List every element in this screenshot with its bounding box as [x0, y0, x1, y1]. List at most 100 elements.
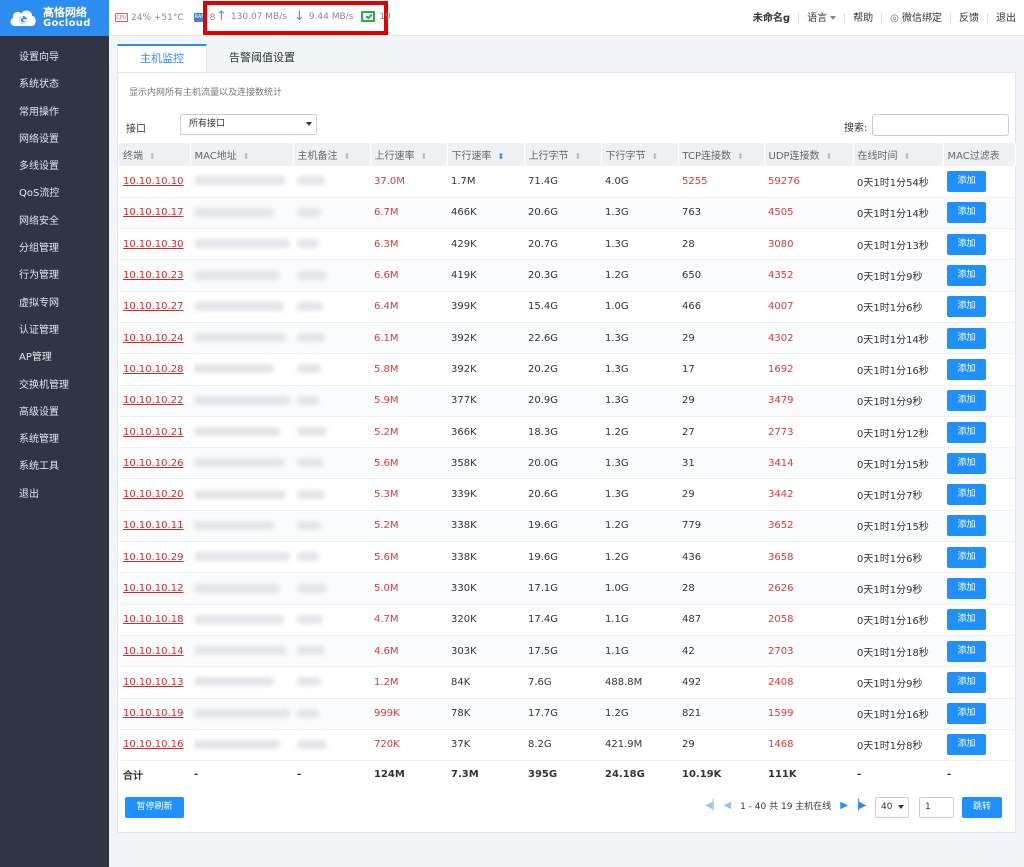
download-rate-cell: 339K	[447, 478, 524, 511]
sort-icon[interactable]: ⬍	[826, 152, 833, 161]
host-ip-link[interactable]: 10.10.10.12	[119, 572, 190, 605]
column-header[interactable]: MAC地址 ⬍	[190, 143, 294, 166]
user-name[interactable]: 未命名g	[745, 13, 798, 24]
add-mac-filter-button[interactable]: 添加	[947, 265, 986, 287]
interface-select[interactable]: 所有接口	[180, 114, 317, 135]
sidebar-item[interactable]: 网络设置	[0, 131, 109, 158]
feedback-link[interactable]: 反馈	[950, 12, 987, 24]
host-ip-link[interactable]: 10.10.10.20	[119, 478, 190, 511]
sort-icon[interactable]: ⬍	[149, 152, 156, 161]
sidebar-item[interactable]: 系统状态	[0, 76, 109, 103]
add-mac-filter-button[interactable]: 添加	[947, 452, 986, 474]
sidebar-item[interactable]: 退出	[0, 486, 109, 513]
host-ip-link[interactable]: 10.10.10.16	[119, 729, 190, 762]
language-menu[interactable]: 语言	[798, 12, 844, 24]
go-button[interactable]: 跳转	[962, 797, 1002, 818]
sidebar-item[interactable]: 认证管理	[0, 322, 109, 349]
tab-alert-threshold[interactable]: 告警阈值设置	[207, 44, 317, 72]
sidebar-item[interactable]: QoS流控	[0, 185, 109, 212]
column-header[interactable]: 上行速率 ⬍	[370, 143, 448, 166]
sidebar-item[interactable]: 交换机管理	[0, 377, 109, 404]
host-ip-link[interactable]: 10.10.10.11	[119, 510, 190, 543]
add-mac-filter-button[interactable]: 添加	[947, 734, 986, 756]
search-input[interactable]	[872, 114, 1009, 136]
host-ip-link[interactable]: 10.10.10.14	[119, 635, 190, 668]
sidebar-menu: 设置向导 系统状态 常用操作 网络设置 多线设置 QoS流控 网络安全 分组管理 行为管理 虚拟专…	[0, 49, 109, 513]
sort-icon[interactable]: ⬍	[904, 152, 911, 161]
column-header[interactable]: UDP连接数 ⬍	[764, 143, 854, 166]
next-page-icon[interactable]: ▶	[840, 800, 848, 811]
add-mac-filter-button[interactable]: 添加	[947, 421, 986, 443]
add-mac-filter-button[interactable]: 添加	[947, 390, 986, 412]
logout-link[interactable]: 退出	[987, 12, 1024, 24]
column-header[interactable]: 下行速率 ⬍	[447, 143, 525, 166]
add-mac-filter-button[interactable]: 添加	[947, 233, 986, 255]
sort-icon[interactable]: ⬍	[421, 152, 428, 161]
sidebar-item[interactable]: 常用操作	[0, 104, 109, 131]
add-mac-filter-button[interactable]: 添加	[947, 358, 986, 380]
host-ip-link[interactable]: 10.10.10.27	[119, 291, 190, 323]
add-mac-filter-button[interactable]: 添加	[947, 296, 986, 318]
column-header[interactable]: 上行字节 ⬍	[524, 143, 602, 166]
add-mac-filter-button[interactable]: 添加	[947, 484, 986, 506]
sidebar-item[interactable]: 多线设置	[0, 158, 109, 185]
host-ip-link[interactable]: 10.10.10.29	[119, 541, 190, 574]
sidebar-item[interactable]: AP管理	[0, 349, 109, 376]
sidebar-item[interactable]: 高级设置	[0, 404, 109, 431]
host-ip-link[interactable]: 10.10.10.21	[119, 416, 190, 449]
upload-bytes-cell: 20.0G	[524, 447, 601, 480]
host-ip-link[interactable]: 10.10.10.13	[119, 666, 190, 699]
sidebar-item[interactable]: 虚拟专网	[0, 295, 109, 322]
sidebar-item[interactable]: 网络安全	[0, 213, 109, 240]
add-mac-filter-button[interactable]: 添加	[947, 170, 986, 192]
udp-count-cell: 3479	[764, 385, 853, 417]
first-page-icon[interactable]: ◀▏	[705, 800, 720, 811]
prev-page-icon[interactable]: ◀	[723, 800, 731, 811]
add-mac-filter-button[interactable]: 添加	[947, 703, 986, 725]
column-header[interactable]: 在线时间 ⬍	[853, 143, 944, 166]
page-number-input[interactable]: 1	[919, 797, 954, 818]
column-header[interactable]: TCP连接数 ⬍	[678, 143, 765, 166]
download-rate-cell: 320K	[447, 604, 524, 636]
host-ip-link[interactable]: 10.10.10.10	[119, 166, 190, 198]
host-ip-link[interactable]: 10.10.10.28	[119, 353, 190, 386]
help-link[interactable]: 帮助	[844, 12, 881, 24]
wechat-bind-link[interactable]: ◎ 微信绑定	[881, 12, 950, 24]
add-mac-filter-button[interactable]: 添加	[947, 546, 986, 568]
column-header[interactable]: 下行字节 ⬍	[601, 143, 679, 166]
sort-icon[interactable]: ⬍	[575, 152, 582, 161]
sidebar-item[interactable]: 设置向导	[0, 49, 109, 76]
add-mac-filter-button[interactable]: 添加	[947, 609, 986, 631]
host-ip-link[interactable]: 10.10.10.23	[119, 259, 190, 292]
host-ip-link[interactable]: 10.10.10.24	[119, 322, 190, 355]
sort-icon[interactable]: ⬍	[344, 152, 351, 161]
add-mac-filter-button[interactable]: 添加	[947, 640, 986, 662]
host-ip-link[interactable]: 10.10.10.18	[119, 604, 190, 636]
host-ip-link[interactable]: 10.10.10.17	[119, 197, 190, 230]
host-ip-link[interactable]: 10.10.10.19	[119, 698, 190, 730]
sidebar-item[interactable]: 分组管理	[0, 240, 109, 267]
column-header[interactable]: 终端 ⬍	[119, 143, 191, 166]
add-mac-filter-button[interactable]: 添加	[947, 671, 986, 693]
download-rate-cell: 392K	[447, 322, 524, 355]
sidebar-item[interactable]: 系统工具	[0, 458, 109, 485]
tab-host-monitor[interactable]: 主机监控	[117, 44, 207, 72]
add-mac-filter-button[interactable]: 添加	[947, 202, 986, 224]
host-ip-link[interactable]: 10.10.10.22	[119, 385, 190, 417]
sort-icon[interactable]: ⬍	[737, 152, 744, 161]
pause-refresh-button[interactable]: 暂停刷新	[125, 797, 184, 818]
host-ip-link[interactable]: 10.10.10.30	[119, 228, 190, 261]
add-mac-filter-button[interactable]: 添加	[947, 327, 986, 349]
sort-icon[interactable]: ⬍	[652, 152, 659, 161]
sort-icon[interactable]: ⬍	[498, 152, 505, 161]
page-size-select[interactable]: 40	[875, 797, 909, 818]
sidebar-item[interactable]: 行为管理	[0, 267, 109, 294]
last-page-icon[interactable]: ▕▶	[851, 800, 866, 811]
upload-bytes-cell: 20.6G	[524, 478, 601, 511]
add-mac-filter-button[interactable]: 添加	[947, 578, 986, 599]
add-mac-filter-button[interactable]: 添加	[947, 515, 986, 537]
sidebar-item[interactable]: 系统管理	[0, 431, 109, 458]
sort-icon[interactable]: ⬍	[243, 152, 250, 161]
host-ip-link[interactable]: 10.10.10.26	[119, 447, 190, 480]
column-header[interactable]: 主机备注 ⬍	[293, 143, 371, 166]
